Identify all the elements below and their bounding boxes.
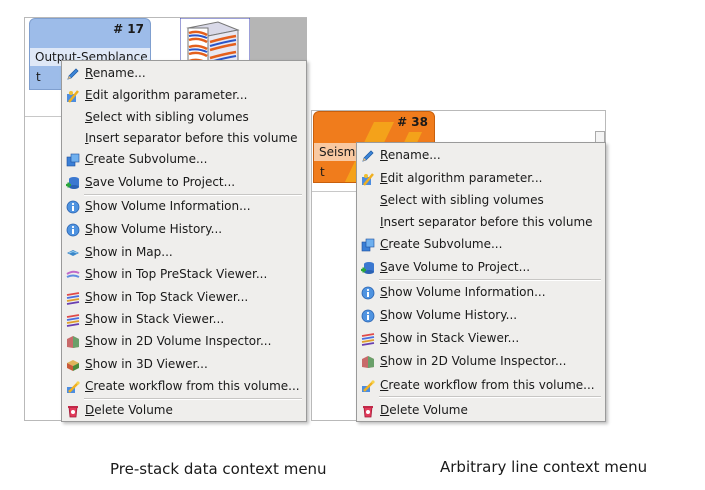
algorithm-icon xyxy=(361,171,375,186)
left-menu-item-create-workflow-from-this-volume[interactable]: Create workflow from this volume... xyxy=(62,375,306,397)
left-menu-item-delete-volume[interactable]: Delete Volume xyxy=(62,399,306,421)
menu-item-label: Select with sibling volumes xyxy=(380,193,544,207)
left-menu-item-edit-algorithm-parameter[interactable]: Edit algorithm parameter... xyxy=(62,84,306,106)
menu-item-label: Show in 2D Volume Inspector... xyxy=(380,354,567,368)
stack-viewer-icon xyxy=(361,331,375,346)
save-database-icon xyxy=(66,175,80,189)
stack-viewer-icon xyxy=(66,290,80,305)
right-context-menu: Rename... Edit algorithm parameter... Sele… xyxy=(356,142,606,422)
menu-item-label: Create Subvolume... xyxy=(380,237,503,251)
right-menu-item-save-volume-to-project[interactable]: Save Volume to Project... xyxy=(357,256,605,278)
right-caption: Arbitrary line context menu xyxy=(440,458,648,476)
right-menu-item-delete-volume[interactable]: Delete Volume xyxy=(357,399,605,421)
map-icon xyxy=(66,245,80,259)
inspector-icon xyxy=(361,354,375,368)
menu-item-label: Show in Top Stack Viewer... xyxy=(85,290,249,304)
left-menu-item-insert-separator-before-this-volume[interactable]: Insert separator before this volume xyxy=(62,127,306,149)
menu-item-label: Show in Stack Viewer... xyxy=(380,331,520,345)
menu-item-label: Show Volume Information... xyxy=(380,285,546,299)
menu-item-label: Show in Stack Viewer... xyxy=(85,312,225,326)
menu-item-label: Show in 2D Volume Inspector... xyxy=(85,334,272,348)
right-menu-item-create-subvolume[interactable]: Create Subvolume... xyxy=(357,233,605,255)
right-menu-item-rename[interactable]: Rename... xyxy=(357,144,605,166)
right-menu-item-show-in-stack-viewer[interactable]: Show in Stack Viewer... xyxy=(357,327,605,349)
right-menu-item-show-volume-information[interactable]: Show Volume Information... xyxy=(357,281,605,303)
workflow-icon xyxy=(66,379,80,393)
menu-item-label: Create workflow from this volume... xyxy=(85,379,300,393)
menu-item-label: Delete Volume xyxy=(380,403,468,417)
menu-item-label: Show in Top PreStack Viewer... xyxy=(85,267,268,281)
right-menu-item-insert-separator-before-this-volume[interactable]: Insert separator before this volume xyxy=(357,211,605,233)
left-menu-item-show-in-2d-volume-inspector[interactable]: Show in 2D Volume Inspector... xyxy=(62,330,306,352)
pencil-icon xyxy=(361,148,375,162)
left-volume-number: # 17 xyxy=(113,22,144,36)
menu-item-label: Select with sibling volumes xyxy=(85,110,249,124)
left-menu-item-show-volume-information[interactable]: Show Volume Information... xyxy=(62,195,306,217)
subvolume-icon xyxy=(361,237,375,252)
menu-item-label: Rename... xyxy=(380,148,441,162)
left-menu-item-select-with-sibling-volumes[interactable]: Select with sibling volumes xyxy=(62,106,306,128)
info-icon xyxy=(66,199,80,214)
subvolume-icon xyxy=(66,152,80,167)
menu-item-label: Show in 3D Viewer... xyxy=(85,357,208,371)
right-volume-number: # 38 xyxy=(397,115,428,129)
left-context-menu: Rename... Edit algorithm parameter... Sele… xyxy=(61,60,307,422)
menu-item-label: Save Volume to Project... xyxy=(380,260,531,274)
menu-item-label: Create workflow from this volume... xyxy=(380,378,595,392)
menu-item-label: Rename... xyxy=(85,66,146,80)
menu-item-label: Insert separator before this volume xyxy=(380,215,593,229)
save-database-icon xyxy=(361,260,375,274)
pencil-icon xyxy=(66,66,80,80)
prestack-viewer-icon xyxy=(66,267,80,281)
right-menu-item-show-volume-history[interactable]: Show Volume History... xyxy=(357,304,605,326)
left-menu-item-show-in-map[interactable]: Show in Map... xyxy=(62,241,306,263)
left-menu-item-show-in-stack-viewer[interactable]: Show in Stack Viewer... xyxy=(62,308,306,330)
left-menu-item-save-volume-to-project[interactable]: Save Volume to Project... xyxy=(62,171,306,193)
menu-item-label: Save Volume to Project... xyxy=(85,175,236,189)
workflow-icon xyxy=(361,378,375,392)
info-icon xyxy=(361,308,375,323)
menu-item-label: Show Volume Information... xyxy=(85,199,251,213)
info-icon xyxy=(66,222,80,237)
3d-viewer-icon xyxy=(66,357,80,371)
left-menu-item-show-volume-history[interactable]: Show Volume History... xyxy=(62,218,306,240)
right-panel-divider xyxy=(312,191,356,192)
left-menu-item-show-in-3d-viewer[interactable]: Show in 3D Viewer... xyxy=(62,353,306,375)
menu-item-label: Show Volume History... xyxy=(380,308,518,322)
menu-item-label: Edit algorithm parameter... xyxy=(380,171,543,185)
menu-item-label: Create Subvolume... xyxy=(85,152,208,166)
right-menu-item-create-workflow-from-this-volume[interactable]: Create workflow from this volume... xyxy=(357,374,605,396)
menu-item-label: Show in Map... xyxy=(85,245,173,259)
left-menu-item-show-in-top-stack-viewer[interactable]: Show in Top Stack Viewer... xyxy=(62,286,306,308)
menu-item-label: Edit algorithm parameter... xyxy=(85,88,248,102)
left-volume-tag: t xyxy=(36,70,41,84)
left-panel-divider xyxy=(25,116,63,117)
info-icon xyxy=(361,285,375,300)
right-volume-tag: t xyxy=(320,165,325,179)
right-menu-item-edit-algorithm-parameter[interactable]: Edit algorithm parameter... xyxy=(357,167,605,189)
left-menu-item-rename[interactable]: Rename... xyxy=(62,62,306,84)
inspector-icon xyxy=(66,334,80,348)
algorithm-icon xyxy=(66,88,80,103)
left-caption: Pre-stack data context menu xyxy=(110,460,327,478)
menu-item-label: Show Volume History... xyxy=(85,222,223,236)
left-menu-item-create-subvolume[interactable]: Create Subvolume... xyxy=(62,148,306,170)
menu-separator xyxy=(379,396,601,398)
right-menu-item-show-in-2d-volume-inspector[interactable]: Show in 2D Volume Inspector... xyxy=(357,350,605,372)
delete-icon xyxy=(66,403,80,418)
menu-item-label: Delete Volume xyxy=(85,403,173,417)
right-menu-item-select-with-sibling-volumes[interactable]: Select with sibling volumes xyxy=(357,189,605,211)
left-menu-item-show-in-top-prestack-viewer[interactable]: Show in Top PreStack Viewer... xyxy=(62,263,306,285)
stack-viewer-icon xyxy=(66,312,80,327)
delete-icon xyxy=(361,403,375,418)
menu-item-label: Insert separator before this volume xyxy=(85,131,298,145)
